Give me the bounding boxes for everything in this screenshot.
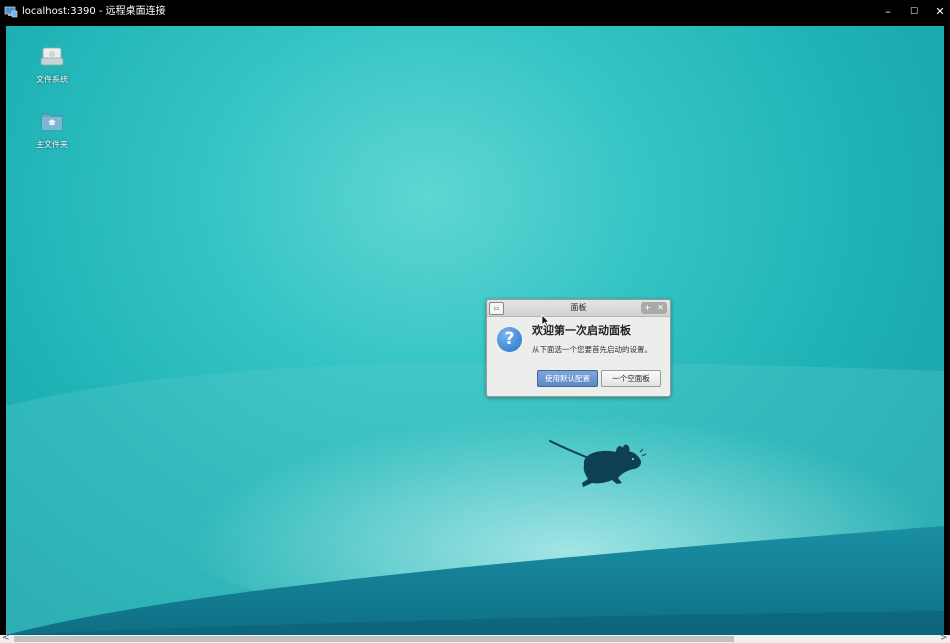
xfce-mouse-logo xyxy=(549,440,647,487)
scroll-right-arrow[interactable]: > xyxy=(940,633,948,643)
home-folder-icon xyxy=(41,113,63,131)
desktop-icon-filesystem[interactable]: 文件系统 xyxy=(26,44,78,85)
desktop-icon-label: 文件系统 xyxy=(36,75,68,84)
dialog-close-icon[interactable]: ✕ xyxy=(654,302,667,314)
close-button[interactable]: ✕ xyxy=(932,5,948,19)
desktop-icon-label: 主文件夹 xyxy=(36,140,68,149)
desktop-icon-home[interactable]: 主文件夹 xyxy=(26,109,78,150)
remote-desktop-titlebar: localhost:3390 - 远程桌面连接 – ☐ ✕ xyxy=(0,0,950,26)
question-icon: ? xyxy=(497,327,522,352)
remote-desktop-icon xyxy=(4,6,18,18)
panel-welcome-dialog: ▭ 面板 + ✕ ? 欢迎第一次启动面板 从下面选一个您要首先启动的设置。 使用… xyxy=(486,299,671,397)
mouse-cursor-icon xyxy=(541,314,550,327)
dialog-titlebar[interactable]: ▭ 面板 + ✕ xyxy=(487,300,670,317)
window-title: localhost:3390 - 远程桌面连接 xyxy=(22,6,166,17)
use-default-config-button[interactable]: 使用默认配置 xyxy=(537,370,598,387)
pin-icon[interactable]: + xyxy=(641,302,654,314)
maximize-button[interactable]: ☐ xyxy=(906,5,922,19)
scrollbar-thumb[interactable] xyxy=(14,636,734,642)
scroll-left-arrow[interactable]: < xyxy=(2,633,10,643)
minimize-button[interactable]: – xyxy=(880,5,896,19)
dialog-message: 从下面选一个您要首先启动的设置。 xyxy=(532,345,652,354)
drive-icon xyxy=(40,47,64,66)
desktop-wallpaper xyxy=(6,326,944,635)
horizontal-scrollbar[interactable]: < > xyxy=(0,633,950,643)
desktop[interactable]: 文件系统 主文件夹 ▭ 面板 + ✕ ? 欢迎第一次启动面板 从下面选一个您要首… xyxy=(6,26,944,635)
empty-panel-button[interactable]: 一个空面板 xyxy=(601,370,661,387)
dialog-window-buttons: + ✕ xyxy=(641,302,667,314)
